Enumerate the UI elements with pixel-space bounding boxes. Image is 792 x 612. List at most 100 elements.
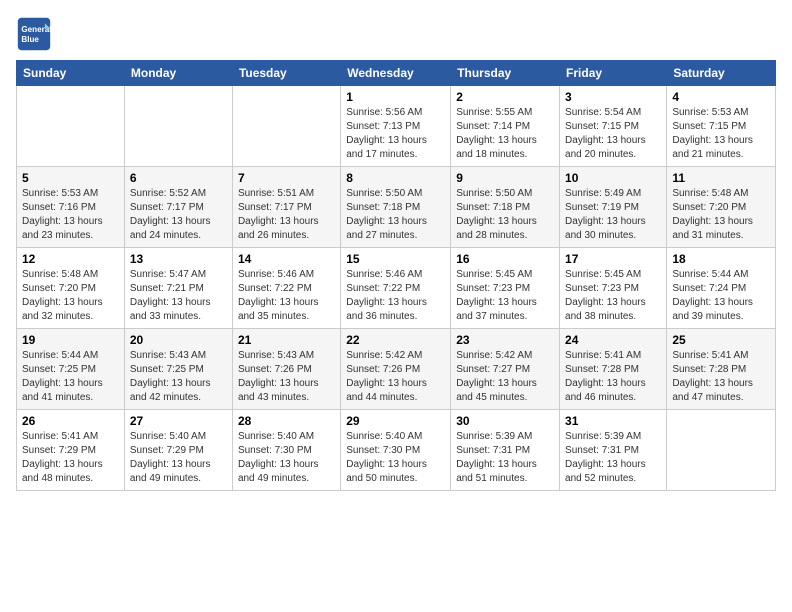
day-info: Sunrise: 5:45 AMSunset: 7:23 PMDaylight:…	[456, 268, 554, 324]
day-number: 16	[456, 252, 554, 266]
calendar-cell: 27Sunrise: 5:40 AMSunset: 7:29 PMDayligh…	[124, 410, 232, 491]
calendar-cell: 26 Sunrise: 5:41 AMSunset: 7:29 PMDayligh…	[17, 410, 125, 491]
column-header-thursday: Thursday	[451, 61, 560, 86]
day-info: Sunrise: 5:48 AMSunset: 7:20 PMDaylight:…	[22, 268, 119, 324]
day-number: 20	[130, 333, 227, 347]
day-info: Sunrise: 5:50 AMSunset: 7:18 PMDaylight:…	[346, 187, 445, 243]
day-info: Sunrise: 5:56 AMSunset: 7:13 PMDaylight:…	[346, 106, 445, 162]
day-number: 26	[22, 414, 119, 428]
calendar-cell: 25 Sunrise: 5:41 AMSunset: 7:28 PMDayligh…	[667, 329, 776, 410]
day-info: Sunrise: 5:40 AMSunset: 7:30 PMDaylight:…	[346, 430, 445, 486]
calendar-table: SundayMondayTuesdayWednesdayThursdayFrid…	[16, 60, 776, 491]
calendar-week-row: 1 Sunrise: 5:56 AMSunset: 7:13 PMDaylight…	[17, 86, 776, 167]
day-info: Sunrise: 5:41 AMSunset: 7:29 PMDaylight:…	[22, 430, 119, 486]
logo: General Blue	[16, 16, 52, 52]
calendar-cell: 21 Sunrise: 5:43 AMSunset: 7:26 PMDayligh…	[232, 329, 340, 410]
day-info: Sunrise: 5:53 AMSunset: 7:15 PMDaylight:…	[672, 106, 770, 162]
day-number: 14	[238, 252, 335, 266]
day-number: 25	[672, 333, 770, 347]
day-info: Sunrise: 5:41 AMSunset: 7:28 PMDaylight:…	[672, 349, 770, 405]
calendar-cell: 19 Sunrise: 5:44 AMSunset: 7:25 PMDayligh…	[17, 329, 125, 410]
calendar-cell: 3 Sunrise: 5:54 AMSunset: 7:15 PMDaylight…	[560, 86, 667, 167]
calendar-cell: 7 Sunrise: 5:51 AMSunset: 7:17 PMDaylight…	[232, 167, 340, 248]
day-info: Sunrise: 5:47 AMSunset: 7:21 PMDaylight:…	[130, 268, 227, 324]
calendar-week-row: 26 Sunrise: 5:41 AMSunset: 7:29 PMDayligh…	[17, 410, 776, 491]
day-info: Sunrise: 5:42 AMSunset: 7:26 PMDaylight:…	[346, 349, 445, 405]
svg-text:Blue: Blue	[21, 35, 39, 44]
day-number: 19	[22, 333, 119, 347]
calendar-week-row: 12 Sunrise: 5:48 AMSunset: 7:20 PMDayligh…	[17, 248, 776, 329]
calendar-cell: 31 Sunrise: 5:39 AMSunset: 7:31 PMDayligh…	[560, 410, 667, 491]
calendar-cell: 11Sunrise: 5:48 AMSunset: 7:20 PMDayligh…	[667, 167, 776, 248]
calendar-cell: 23 Sunrise: 5:42 AMSunset: 7:27 PMDayligh…	[451, 329, 560, 410]
day-number: 9	[456, 171, 554, 185]
calendar-cell	[17, 86, 125, 167]
calendar-cell: 9 Sunrise: 5:50 AMSunset: 7:18 PMDaylight…	[451, 167, 560, 248]
day-info: Sunrise: 5:39 AMSunset: 7:31 PMDaylight:…	[565, 430, 661, 486]
day-info: Sunrise: 5:44 AMSunset: 7:24 PMDaylight:…	[672, 268, 770, 324]
calendar-cell: 28 Sunrise: 5:40 AMSunset: 7:30 PMDayligh…	[232, 410, 340, 491]
calendar-cell: 4 Sunrise: 5:53 AMSunset: 7:15 PMDaylight…	[667, 86, 776, 167]
calendar-header-row: SundayMondayTuesdayWednesdayThursdayFrid…	[17, 61, 776, 86]
day-info: Sunrise: 5:40 AMSunset: 7:30 PMDaylight:…	[238, 430, 335, 486]
day-number: 7	[238, 171, 335, 185]
day-info: Sunrise: 5:52 AMSunset: 7:17 PMDaylight:…	[130, 187, 227, 243]
column-header-wednesday: Wednesday	[341, 61, 451, 86]
column-header-sunday: Sunday	[17, 61, 125, 86]
day-info: Sunrise: 5:50 AMSunset: 7:18 PMDaylight:…	[456, 187, 554, 243]
day-number: 11	[672, 171, 770, 185]
day-info: Sunrise: 5:42 AMSunset: 7:27 PMDaylight:…	[456, 349, 554, 405]
day-number: 8	[346, 171, 445, 185]
day-info: Sunrise: 5:44 AMSunset: 7:25 PMDaylight:…	[22, 349, 119, 405]
calendar-cell: 17Sunrise: 5:45 AMSunset: 7:23 PMDayligh…	[560, 248, 667, 329]
day-info: Sunrise: 5:46 AMSunset: 7:22 PMDaylight:…	[238, 268, 335, 324]
calendar-cell: 16 Sunrise: 5:45 AMSunset: 7:23 PMDayligh…	[451, 248, 560, 329]
day-number: 29	[346, 414, 445, 428]
day-number: 10	[565, 171, 661, 185]
day-info: Sunrise: 5:51 AMSunset: 7:17 PMDaylight:…	[238, 187, 335, 243]
day-info: Sunrise: 5:55 AMSunset: 7:14 PMDaylight:…	[456, 106, 554, 162]
logo-icon: General Blue	[16, 16, 52, 52]
column-header-tuesday: Tuesday	[232, 61, 340, 86]
calendar-cell: 20 Sunrise: 5:43 AMSunset: 7:25 PMDayligh…	[124, 329, 232, 410]
calendar-cell: 13 Sunrise: 5:47 AMSunset: 7:21 PMDayligh…	[124, 248, 232, 329]
day-number: 5	[22, 171, 119, 185]
day-number: 24	[565, 333, 661, 347]
page-header: General Blue	[16, 16, 776, 52]
day-number: 12	[22, 252, 119, 266]
day-number: 27	[130, 414, 227, 428]
day-number: 4	[672, 90, 770, 104]
calendar-cell: 22 Sunrise: 5:42 AMSunset: 7:26 PMDayligh…	[341, 329, 451, 410]
day-number: 30	[456, 414, 554, 428]
day-number: 21	[238, 333, 335, 347]
day-info: Sunrise: 5:46 AMSunset: 7:22 PMDaylight:…	[346, 268, 445, 324]
column-header-friday: Friday	[560, 61, 667, 86]
calendar-cell: 24Sunrise: 5:41 AMSunset: 7:28 PMDayligh…	[560, 329, 667, 410]
calendar-week-row: 19 Sunrise: 5:44 AMSunset: 7:25 PMDayligh…	[17, 329, 776, 410]
day-number: 1	[346, 90, 445, 104]
day-number: 31	[565, 414, 661, 428]
day-number: 2	[456, 90, 554, 104]
calendar-week-row: 5 Sunrise: 5:53 AMSunset: 7:16 PMDaylight…	[17, 167, 776, 248]
calendar-cell	[232, 86, 340, 167]
day-number: 28	[238, 414, 335, 428]
day-info: Sunrise: 5:45 AMSunset: 7:23 PMDaylight:…	[565, 268, 661, 324]
day-number: 3	[565, 90, 661, 104]
day-info: Sunrise: 5:53 AMSunset: 7:16 PMDaylight:…	[22, 187, 119, 243]
day-info: Sunrise: 5:54 AMSunset: 7:15 PMDaylight:…	[565, 106, 661, 162]
day-info: Sunrise: 5:39 AMSunset: 7:31 PMDaylight:…	[456, 430, 554, 486]
day-number: 15	[346, 252, 445, 266]
calendar-cell	[667, 410, 776, 491]
day-info: Sunrise: 5:49 AMSunset: 7:19 PMDaylight:…	[565, 187, 661, 243]
day-info: Sunrise: 5:43 AMSunset: 7:26 PMDaylight:…	[238, 349, 335, 405]
calendar-cell: 12 Sunrise: 5:48 AMSunset: 7:20 PMDayligh…	[17, 248, 125, 329]
column-header-saturday: Saturday	[667, 61, 776, 86]
calendar-cell: 10 Sunrise: 5:49 AMSunset: 7:19 PMDayligh…	[560, 167, 667, 248]
calendar-cell: 6 Sunrise: 5:52 AMSunset: 7:17 PMDaylight…	[124, 167, 232, 248]
day-number: 23	[456, 333, 554, 347]
day-info: Sunrise: 5:43 AMSunset: 7:25 PMDaylight:…	[130, 349, 227, 405]
day-number: 6	[130, 171, 227, 185]
day-number: 13	[130, 252, 227, 266]
calendar-cell: 18Sunrise: 5:44 AMSunset: 7:24 PMDayligh…	[667, 248, 776, 329]
day-number: 22	[346, 333, 445, 347]
